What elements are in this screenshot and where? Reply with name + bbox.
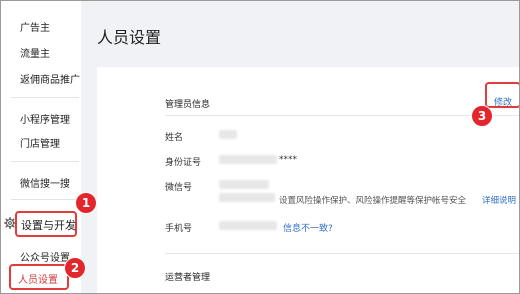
details-link[interactable]: 详细说明 [482, 194, 516, 206]
annotation-badge-2: 2 [64, 257, 86, 279]
sidebar-item-account-settings[interactable]: 公众号设置 [20, 249, 70, 264]
content-panel: 管理员信息 修改 姓名 身份证号 **** 微信号 设置风险操作保护、风险操作提… [97, 67, 519, 293]
collapse-caret-icon [69, 224, 75, 228]
sidebar-item-personnel-settings[interactable]: 人员设置 [18, 271, 58, 286]
sidebar-item-commission-promotion[interactable]: 返佣商品推广 [20, 71, 80, 86]
wechat-id-label: 微信号 [165, 183, 193, 193]
phone-masked [219, 221, 277, 230]
phone-label: 手机号 [165, 224, 193, 234]
sidebar-group-settings[interactable]: 设置与开发 [1, 207, 81, 237]
admin-window: 广告主 流量主 返佣商品推广 小程序管理 门店管理 微信搜一搜 设置与开发 公众… [0, 0, 520, 294]
sidebar-item-traffic-owner[interactable]: 流量主 [20, 45, 50, 60]
wechat-protection-note: 设置风险操作保护、风险操作提醒等保护帐号安全 [279, 196, 467, 206]
sidebar-item-wechat-search[interactable]: 微信搜一搜 [20, 175, 70, 190]
info-mismatch-link[interactable]: 信息不一致? [283, 221, 333, 234]
section-divider [165, 115, 519, 116]
id-number-label: 身份证号 [165, 158, 202, 168]
wechat-id-masked [219, 180, 269, 189]
sidebar-divider [11, 97, 79, 98]
sidebar-divider [11, 161, 79, 162]
annotation-badge-3: 3 [471, 105, 493, 127]
sidebar: 广告主 流量主 返佣商品推广 小程序管理 门店管理 微信搜一搜 设置与开发 公众… [1, 1, 81, 293]
sidebar-item-advertiser[interactable]: 广告主 [20, 19, 50, 34]
operators-title: 运营者管理 [165, 273, 211, 283]
section-divider [165, 253, 519, 254]
id-number-suffix: **** [279, 155, 297, 165]
admin-info-title: 管理员信息 [165, 100, 211, 110]
sidebar-divider [11, 199, 79, 200]
wechat-info-masked [219, 193, 275, 202]
page-title: 人员设置 [97, 28, 162, 47]
name-value-masked [219, 130, 237, 139]
sidebar-item-mini-program[interactable]: 小程序管理 [20, 111, 70, 126]
modify-link[interactable]: 修改 [494, 95, 512, 108]
id-number-masked [219, 155, 277, 164]
sidebar-item-settings-dev-label: 设置与开发 [21, 219, 76, 232]
sidebar-item-store-management[interactable]: 门店管理 [20, 135, 60, 150]
name-label: 姓名 [165, 133, 184, 143]
annotation-badge-1: 1 [75, 192, 97, 214]
